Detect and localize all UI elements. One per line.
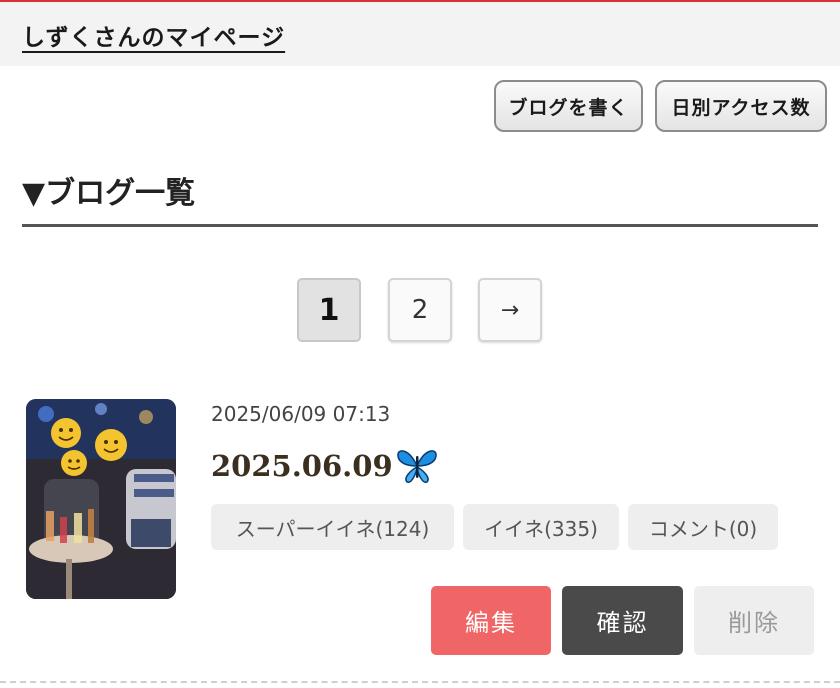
post-title-link[interactable]: 2025.06.09 (211, 446, 439, 486)
post-date: 2025/06/09 07:13 (211, 402, 391, 426)
daily-access-button[interactable]: 日別アクセス数 (655, 80, 827, 132)
pagination-page-1[interactable]: 1 (297, 278, 361, 342)
super-like-count: スーパーイイネ(124) (211, 504, 454, 550)
pagination-page-2[interactable]: 2 (388, 278, 452, 342)
write-blog-button[interactable]: ブログを書く (494, 80, 643, 132)
page-header: しずくさんのマイページ (0, 2, 840, 66)
post-thumbnail[interactable] (26, 399, 176, 599)
post-thumbnail-image (26, 399, 176, 599)
section-divider (22, 224, 818, 227)
like-count: イイネ(335) (463, 504, 619, 550)
delete-button[interactable]: 削除 (694, 586, 814, 655)
post-separator (0, 681, 840, 683)
page-title-link[interactable]: しずくさんのマイページ (22, 18, 285, 52)
section-heading: ▼ブログ一覧 (22, 176, 196, 211)
edit-button[interactable]: 編集 (431, 586, 551, 655)
confirm-button[interactable]: 確認 (562, 586, 683, 655)
comment-count: コメント(0) (628, 504, 778, 550)
pagination-next-button[interactable]: → (478, 278, 542, 342)
post-title-text: 2025.06.09 (211, 449, 393, 483)
butterfly-icon (396, 450, 437, 484)
